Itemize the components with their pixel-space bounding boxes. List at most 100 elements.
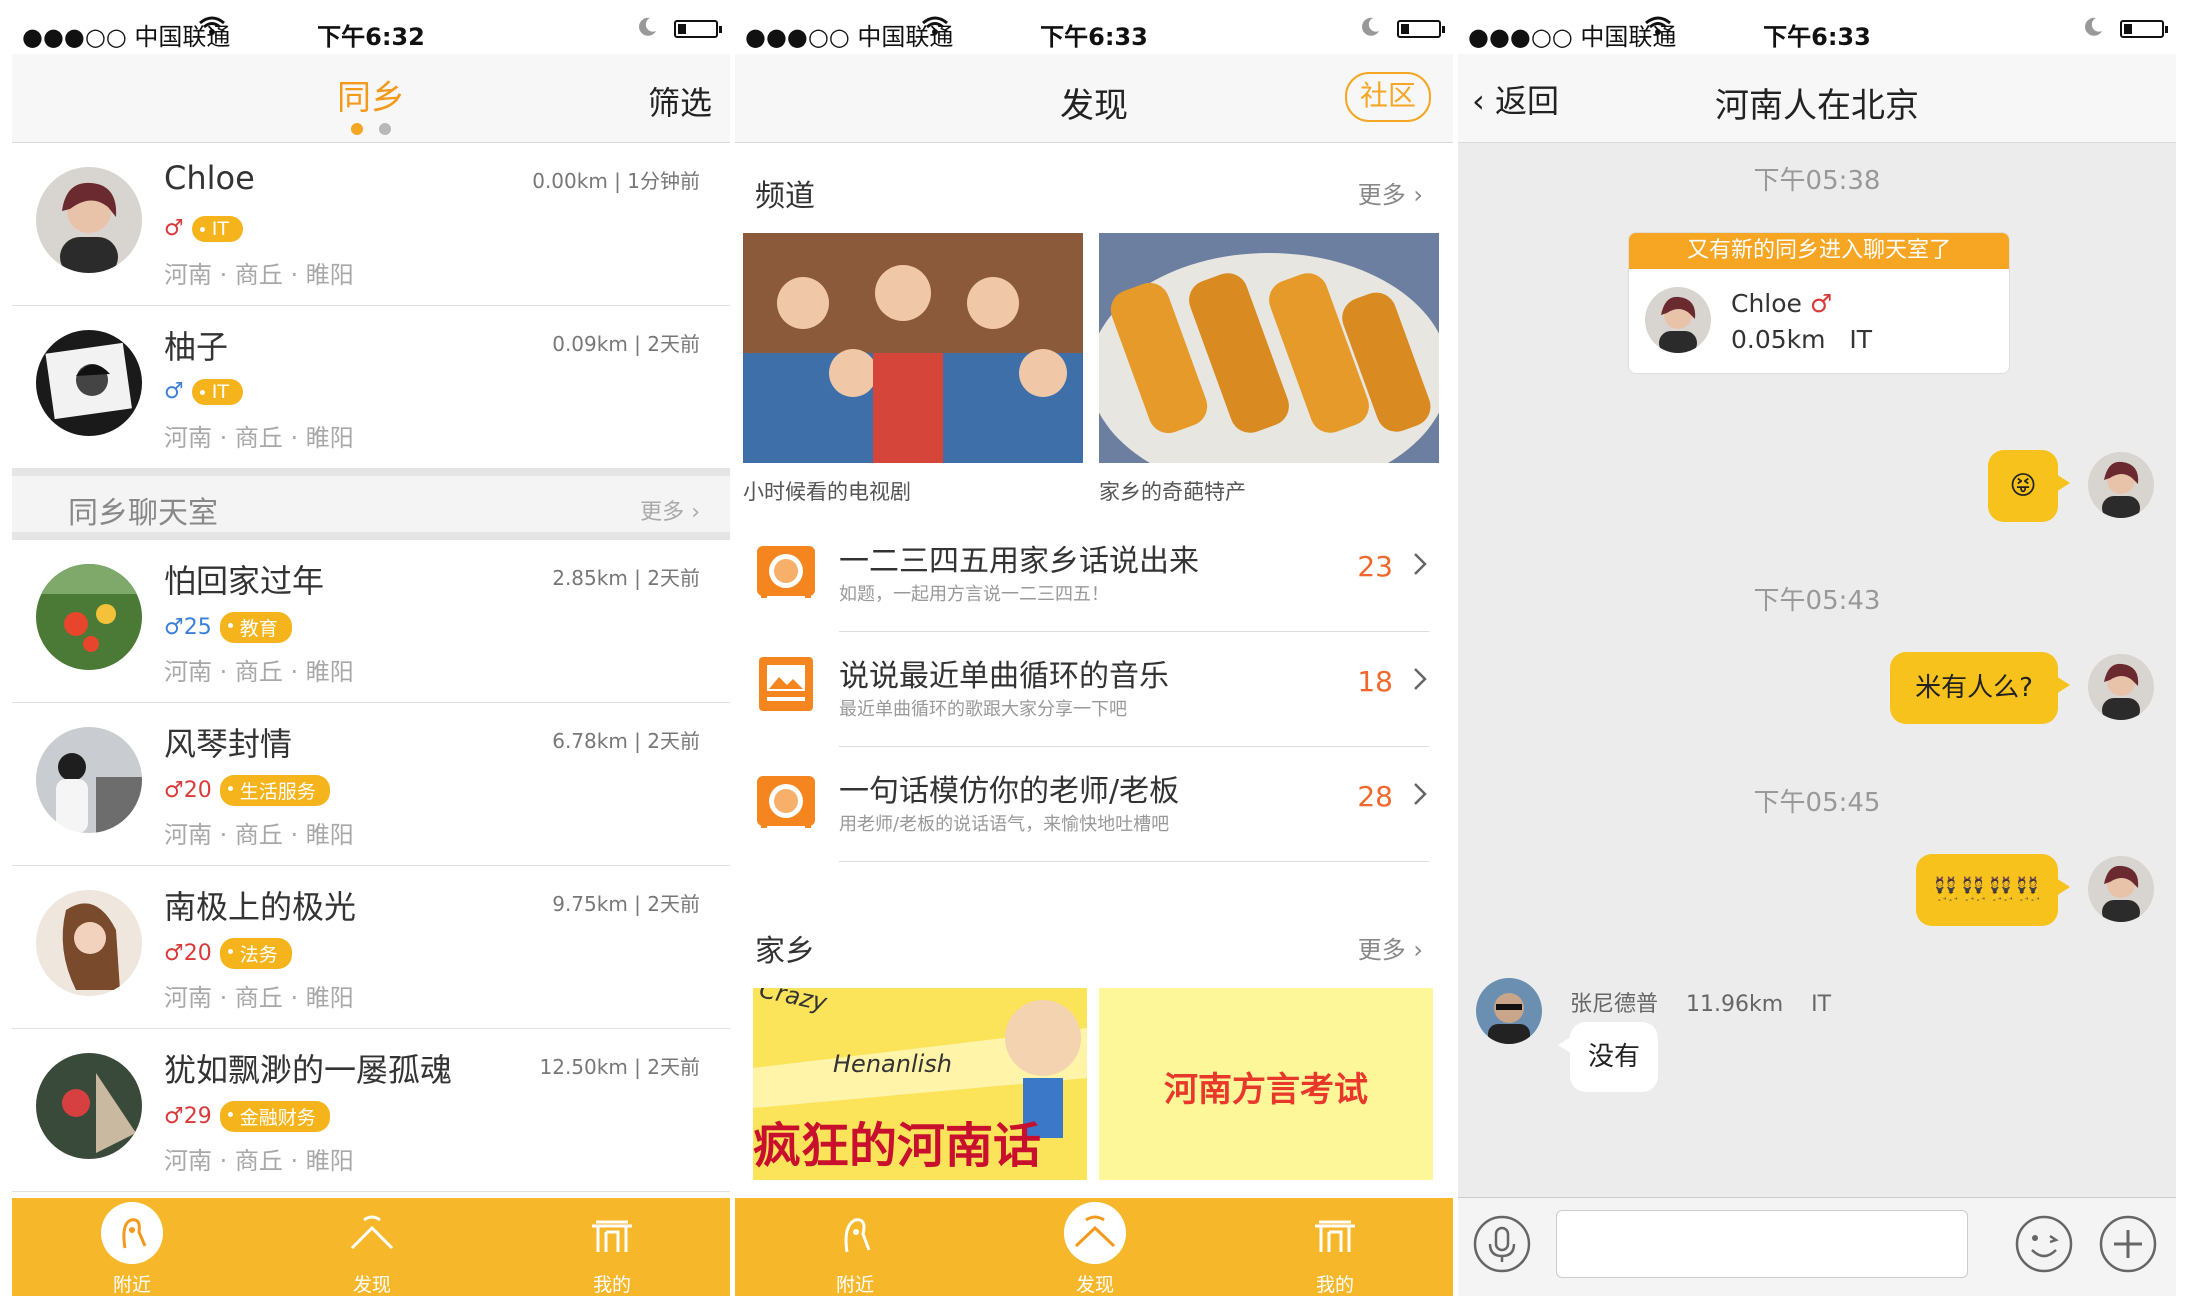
nav-bar: ‹ 返回 河南人在北京 [1458,54,2176,143]
microphone-icon[interactable] [1472,1214,1532,1274]
plus-icon[interactable] [2098,1214,2158,1274]
avatar[interactable] [2088,654,2154,720]
card-text: 河南方言考试 [1164,1070,1368,1110]
industry-tag: IT [191,378,243,405]
user-location: 河南 · 商丘 · 睢阳 [164,261,354,289]
input-bar [1458,1197,2176,1296]
channels-header: 频道 更多 › [735,151,1453,225]
topic-row[interactable]: 说说最近单曲循环的音乐 最近单曲循环的歌跟大家分享一下吧 18 [735,633,1453,747]
topic-count: 23 [1357,550,1393,583]
user-name: 南极上的极光 [164,888,357,926]
user-row[interactable]: Chloe 0.00km | 1分钟前 ♂ IT 河南 · 商丘 · 睢阳 [12,143,730,306]
avatar [36,1053,142,1159]
tab-bar: 附近 发现 我的 [12,1198,730,1296]
topic-row[interactable]: 一二三四五用家乡话说出来 如题，一起用方言说一二三四五！ 23 [735,518,1453,632]
tab-discover[interactable]: 发现 [1015,1198,1175,1296]
user-location: 河南 · 商丘 · 睢阳 [164,658,354,686]
status-time: 下午6:33 [1040,23,1148,51]
more-link[interactable]: 更多 › [1358,175,1423,210]
topic-title: 说说最近单曲循环的音乐 [839,659,1169,694]
status-bar: ●●●○○ 中国联通 下午6:33 [735,8,1453,54]
user-name: 犹如飘渺的一屡孤魂 [164,1051,453,1089]
user-name: 怕回家过年 [164,562,325,600]
more-link[interactable]: 更多 › [640,494,700,526]
chevron-right-icon: › [1413,936,1423,964]
male-icon: ♂ [164,379,184,404]
mountain-icon [350,1215,394,1250]
channels-title: 频道 [755,179,815,214]
message-bubble[interactable]: 👯👯👯👯 [1916,854,2070,926]
male-icon: ♂25 [164,615,212,640]
community-button[interactable]: 社区 [1345,72,1431,122]
avatar[interactable] [2088,856,2154,922]
chevron-right-icon [1414,668,1427,690]
user-tags: ♂20 生活服务 [164,775,330,806]
picture-icon [759,657,813,711]
topic-count: 18 [1357,665,1393,698]
industry-tag: IT [191,215,243,242]
chat-timestamp: 下午05:38 [1753,166,1881,196]
moon-icon [639,17,656,36]
battery-icon [674,20,722,38]
message-bubble[interactable]: 米有人么? [1890,652,2070,724]
chatroom-section[interactable]: 同乡聊天室 更多 › [12,468,730,540]
tab-discover[interactable]: 发现 [292,1198,452,1296]
message-input[interactable] [1556,1210,1968,1278]
nearby-screen: ●●●○○ 中国联通 下午6:32 同乡 筛选 Chloe 0.00km | 1… [12,8,730,1296]
page-title: 同乡 [337,78,405,118]
message-bubble[interactable]: 没有 [1558,1022,1658,1092]
emoji-icon[interactable] [2014,1214,2074,1274]
topic-subtitle: 如题，一起用方言说一二三四五！ [839,584,1109,605]
channel-thumbnail-food[interactable] [1099,233,1439,463]
location-pin-icon [101,1202,163,1264]
tab-mine[interactable]: 我的 [1255,1198,1415,1296]
user-name: Chloe [164,159,255,197]
tab-bar: 附近 发现 我的 [735,1198,1453,1296]
battery-icon [2120,20,2168,38]
gate-icon [1315,1220,1355,1252]
user-tags: ♂ IT [164,378,243,408]
user-tags: ♂25 教育 [164,612,292,643]
chat-timestamp: 下午05:45 [1753,788,1881,818]
user-row[interactable]: 柚子 0.09km | 2天前 ♂ IT 河南 · 商丘 · 睢阳 [12,306,730,469]
topic-title: 一句话模仿你的老师/老板 [839,774,1180,809]
chevron-right-icon [1414,553,1427,575]
chat-timestamp: 下午05:43 [1753,586,1881,616]
nav-bar: 同乡 筛选 [12,54,730,143]
avatar[interactable] [1476,978,1542,1044]
more-link[interactable]: 更多 › [1358,930,1423,965]
topic-row[interactable]: 一句话模仿你的老师/老板 用老师/老板的说话语气，来愉快地吐槽吧 28 [735,748,1453,862]
user-row[interactable]: 犹如飘渺的一屡孤魂 12.50km | 2天前 ♂29 金融财务 河南 · 商丘 … [12,1029,730,1192]
male-icon: ♂29 [164,1104,212,1129]
avatar [36,727,142,833]
location-pin-icon [844,1218,871,1253]
user-row[interactable]: 南极上的极光 9.75km | 2天前 ♂20 法务 河南 · 商丘 · 睢阳 [12,866,730,1029]
status-bar: ●●●○○ 中国联通 下午6:32 [12,8,730,54]
user-tags: ♂20 法务 [164,938,292,969]
channel-thumbnail-tv[interactable] [743,233,1083,463]
tab-nearby[interactable]: 附近 [775,1198,935,1296]
message-bubble[interactable]: 😝 [1988,450,2070,522]
user-row[interactable]: 风琴封情 6.78km | 2天前 ♂20 生活服务 河南 · 商丘 · 睢阳 [12,703,730,866]
user-row[interactable]: 怕回家过年 2.85km | 2天前 ♂25 教育 河南 · 商丘 · 睢阳 [12,540,730,703]
status-bar: ●●●○○ 中国联通 下午6:33 [1458,8,2176,54]
notice-user: Chloe ♂ [1731,289,1833,318]
avatar [36,330,142,436]
new-member-notice[interactable]: 又有新的同乡进入聊天室了 Chloe ♂ 0.05km IT [1628,232,2010,374]
notice-user-meta: 0.05km IT [1731,325,1872,354]
tab-mine[interactable]: 我的 [532,1198,692,1296]
male-icon: ♂ [1809,289,1833,318]
industry-tag: 法务 [219,938,292,969]
hometown-card-crazy-henanlish[interactable]: Crazy Henanlish 疯狂的河南话 [753,988,1087,1180]
avatar[interactable] [2088,452,2154,518]
user-name: 柚子 [164,328,229,366]
hometown-card-dialect-exam[interactable]: 河南方言考试 [1099,988,1433,1180]
user-distance-time: 9.75km | 2天前 [552,892,700,916]
tab-nearby[interactable]: 附近 [52,1198,212,1296]
status-time: 下午6:32 [317,23,425,51]
chevron-right-icon: › [1413,181,1423,209]
nav-bar: 发现 社区 [735,54,1453,143]
filter-button[interactable]: 筛选 [648,78,712,124]
user-location: 河南 · 商丘 · 睢阳 [164,424,354,452]
page-indicator[interactable] [12,120,730,139]
